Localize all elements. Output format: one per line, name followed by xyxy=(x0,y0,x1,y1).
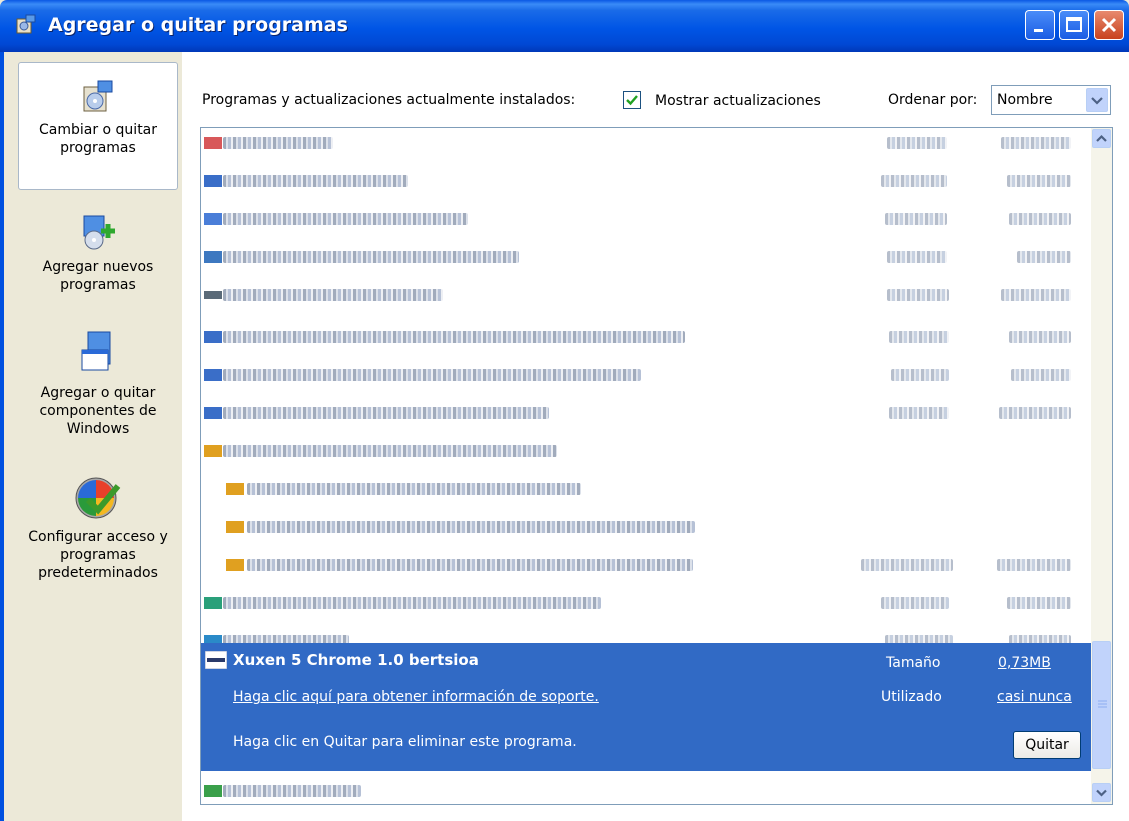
chevron-down-icon xyxy=(1091,97,1103,105)
list-item[interactable] xyxy=(201,588,1091,618)
list-item[interactable] xyxy=(201,436,1091,466)
window-title: Agregar o quitar programas xyxy=(48,14,348,36)
list-item[interactable] xyxy=(201,512,1091,542)
sort-by-value: Nombre xyxy=(997,92,1053,108)
program-icon xyxy=(204,445,222,457)
remove-hint: Haga clic en Quitar para eliminar este p… xyxy=(233,734,577,750)
list-item[interactable] xyxy=(201,166,1091,196)
program-icon xyxy=(204,291,222,299)
support-info-link[interactable]: Haga clic aquí para obtener información … xyxy=(233,689,599,705)
program-icon xyxy=(204,785,222,797)
chevron-up-icon xyxy=(1096,134,1107,142)
list-item[interactable] xyxy=(201,204,1091,234)
list-item[interactable] xyxy=(201,776,1091,804)
program-icon xyxy=(204,137,222,149)
program-icon xyxy=(204,251,222,263)
installed-programs-label: Programas y actualizaciones actualmente … xyxy=(202,92,576,108)
grip-icon xyxy=(1098,700,1107,708)
main-panel: Programas y actualizaciones actualmente … xyxy=(182,52,1129,821)
minimize-icon xyxy=(1034,29,1043,32)
size-label: Tamaño xyxy=(886,655,941,671)
used-value[interactable]: casi nunca xyxy=(997,689,1072,705)
maximize-icon xyxy=(1066,17,1082,32)
windows-components-icon xyxy=(81,331,111,371)
update-icon xyxy=(226,559,244,571)
sort-by-label: Ordenar por: xyxy=(888,92,978,108)
list-scrollbar[interactable] xyxy=(1091,128,1112,804)
scroll-thumb[interactable] xyxy=(1092,641,1111,769)
list-item[interactable] xyxy=(201,398,1091,428)
list-item[interactable] xyxy=(201,242,1091,272)
update-icon xyxy=(226,483,244,495)
list-item[interactable] xyxy=(201,550,1091,580)
minimize-button[interactable] xyxy=(1025,10,1055,40)
remove-button[interactable]: Quitar xyxy=(1013,731,1081,759)
program-icon xyxy=(204,369,222,381)
size-value[interactable]: 0,73MB xyxy=(998,655,1051,671)
used-label: Utilizado xyxy=(881,689,942,705)
sidebar-item-add-new[interactable]: Agregar nuevos programas xyxy=(18,210,178,294)
list-item[interactable] xyxy=(201,128,1091,158)
sidebar-item-change-remove[interactable]: Cambiar o quitar programas xyxy=(18,62,178,190)
program-name: Xuxen 5 Chrome 1.0 bertsioa xyxy=(233,651,479,669)
sidebar-item-label: Configurar acceso y programas predetermi… xyxy=(28,529,168,581)
close-icon xyxy=(1101,17,1117,33)
sidebar: Cambiar o quitar programas Agregar nuevo… xyxy=(4,52,182,821)
scroll-down-button[interactable] xyxy=(1092,783,1111,802)
program-list[interactable]: Xuxen 5 Chrome 1.0 bertsioa Tamaño 0,73M… xyxy=(200,127,1113,805)
scroll-up-button[interactable] xyxy=(1092,129,1111,148)
update-icon xyxy=(226,521,244,533)
program-icon xyxy=(204,407,222,419)
list-item[interactable] xyxy=(201,360,1091,390)
title-bar: Agregar o quitar programas xyxy=(0,0,1129,52)
add-programs-icon xyxy=(83,215,115,250)
sort-by-dropdown[interactable]: Nombre xyxy=(991,85,1111,115)
program-icon xyxy=(204,213,222,225)
dropdown-arrow-button[interactable] xyxy=(1086,88,1108,112)
program-icon xyxy=(204,597,222,609)
program-icon xyxy=(204,331,222,343)
change-remove-programs-icon xyxy=(83,80,113,112)
close-button[interactable] xyxy=(1094,10,1124,40)
show-updates-checkbox[interactable] xyxy=(623,91,641,109)
checkmark-icon xyxy=(626,95,638,106)
add-remove-programs-icon xyxy=(16,14,36,34)
sidebar-item-windows-components[interactable]: Agregar o quitar componentes de Windows xyxy=(18,328,178,438)
list-item[interactable] xyxy=(201,322,1091,352)
maximize-button[interactable] xyxy=(1059,10,1089,40)
list-item[interactable] xyxy=(201,280,1091,310)
sidebar-item-label: Agregar nuevos programas xyxy=(42,259,154,293)
show-updates-label: Mostrar actualizaciones xyxy=(655,93,821,109)
list-item[interactable] xyxy=(201,474,1091,504)
sidebar-item-label: Agregar o quitar componentes de Windows xyxy=(39,385,157,437)
chevron-down-icon xyxy=(1096,789,1107,797)
xuxen-program-icon xyxy=(205,651,227,669)
selected-program-row[interactable]: Xuxen 5 Chrome 1.0 bertsioa Tamaño 0,73M… xyxy=(201,643,1091,771)
sidebar-item-default-programs[interactable]: Configurar acceso y programas predetermi… xyxy=(18,472,178,582)
default-programs-icon xyxy=(75,477,121,519)
program-icon xyxy=(204,175,222,187)
sidebar-item-label: Cambiar o quitar programas xyxy=(38,122,158,156)
